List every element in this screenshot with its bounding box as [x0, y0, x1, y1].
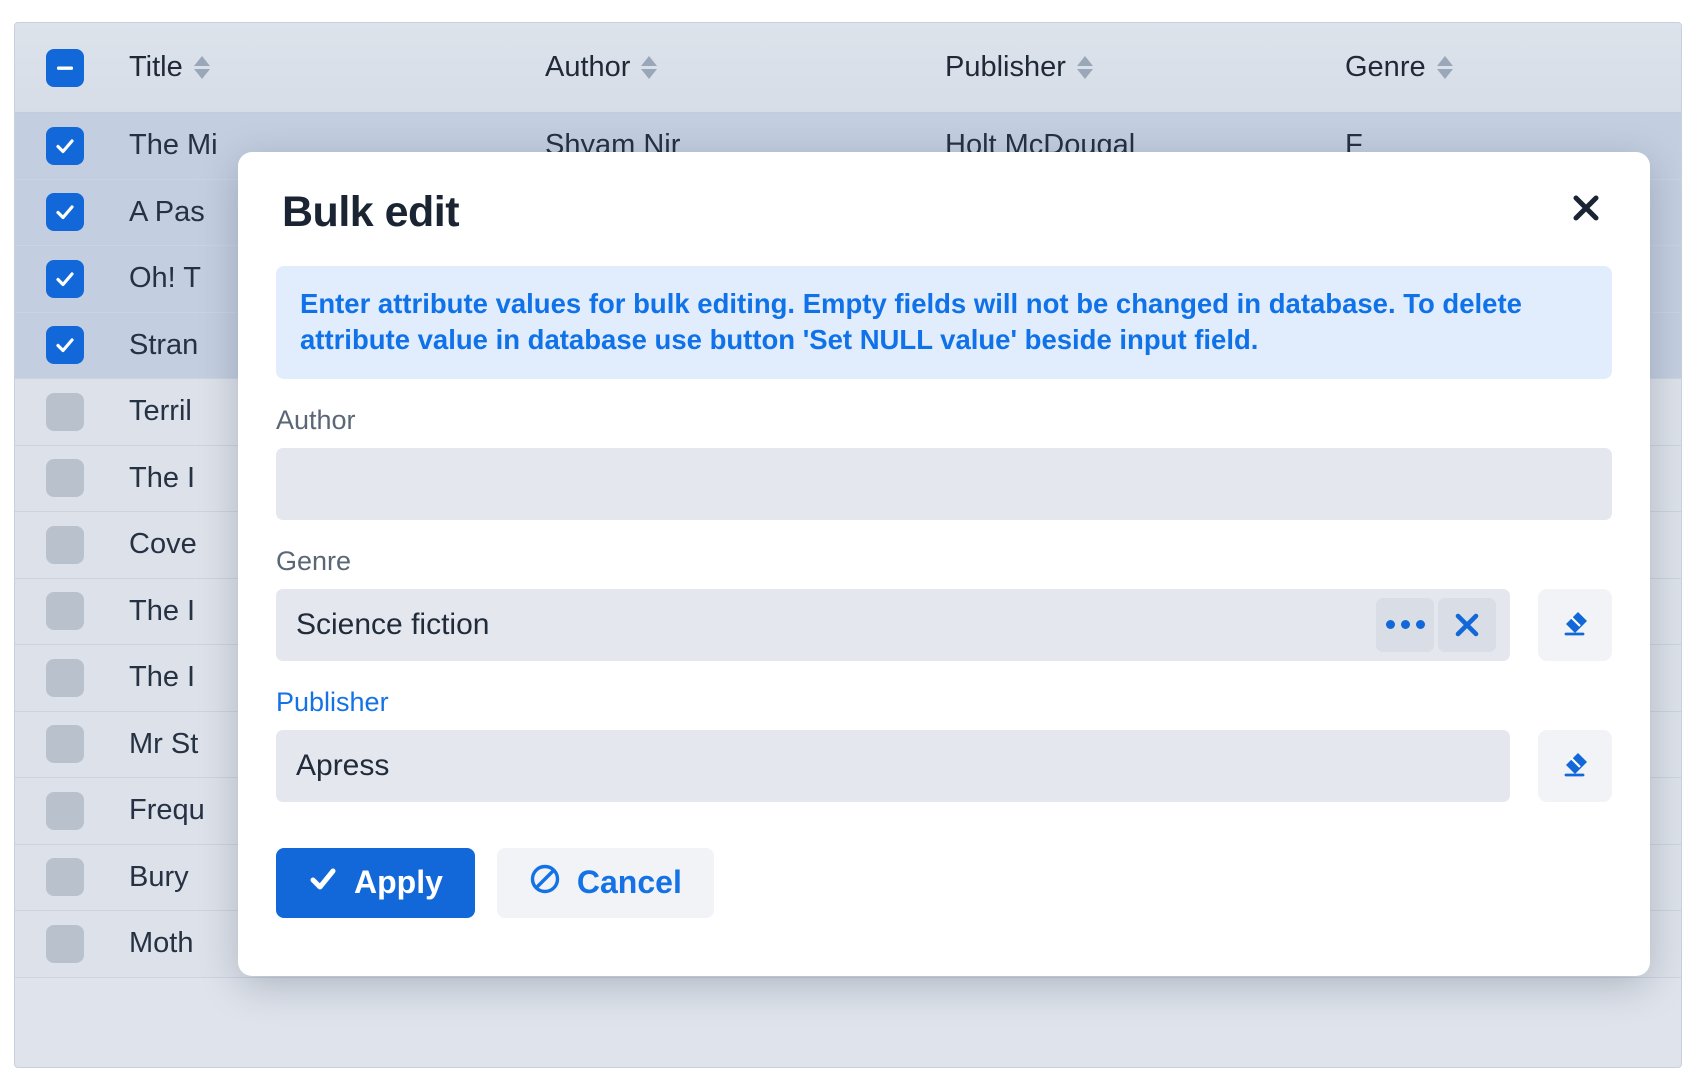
bulk-edit-dialog: Bulk edit Enter attribute values for bul…	[238, 152, 1650, 976]
form-field-publisher: Publisher Apress	[276, 687, 1612, 802]
clear-icon[interactable]	[1438, 598, 1496, 652]
set-null-value-button[interactable]	[1538, 730, 1612, 802]
dialog-header: Bulk edit	[238, 152, 1650, 248]
form-field-author: Author	[276, 405, 1612, 520]
form-field-genre: Genre Science fiction	[276, 546, 1612, 661]
genre-input-value: Science fiction	[296, 608, 1376, 642]
field-row-publisher: Apress	[276, 730, 1612, 802]
field-label-publisher: Publisher	[276, 687, 1612, 718]
apply-button[interactable]: Apply	[276, 848, 475, 918]
dialog-body: Enter attribute values for bulk editing.…	[238, 266, 1650, 802]
page-title: Bulk edit	[282, 188, 1606, 237]
eraser-icon	[1557, 605, 1593, 644]
cancel-button-label: Cancel	[577, 864, 682, 901]
cancel-button[interactable]: Cancel	[497, 848, 714, 918]
field-row-author	[276, 448, 1612, 520]
apply-button-label: Apply	[354, 864, 443, 901]
check-icon	[308, 864, 338, 902]
publisher-input[interactable]: Apress	[276, 730, 1510, 802]
field-label-genre: Genre	[276, 546, 1612, 577]
author-input[interactable]	[276, 448, 1612, 520]
dialog-footer: Apply Cancel	[238, 802, 1650, 918]
close-icon[interactable]	[1560, 182, 1612, 234]
set-null-value-button[interactable]	[1538, 589, 1612, 661]
eraser-icon	[1557, 746, 1593, 785]
field-label-author: Author	[276, 405, 1612, 436]
field-row-genre: Science fiction	[276, 589, 1612, 661]
bulk-edit-form: Author Genre Science fiction Publisher Apres…	[276, 405, 1612, 802]
inline-actions	[1376, 598, 1496, 652]
genre-input[interactable]: Science fiction	[276, 589, 1510, 661]
publisher-input-value: Apress	[296, 749, 1496, 783]
info-banner: Enter attribute values for bulk editing.…	[276, 266, 1612, 379]
app-root: Title Author Publisher Genre	[0, 0, 1696, 1074]
no-entry-icon	[529, 863, 561, 903]
more-options-icon[interactable]	[1376, 598, 1434, 652]
